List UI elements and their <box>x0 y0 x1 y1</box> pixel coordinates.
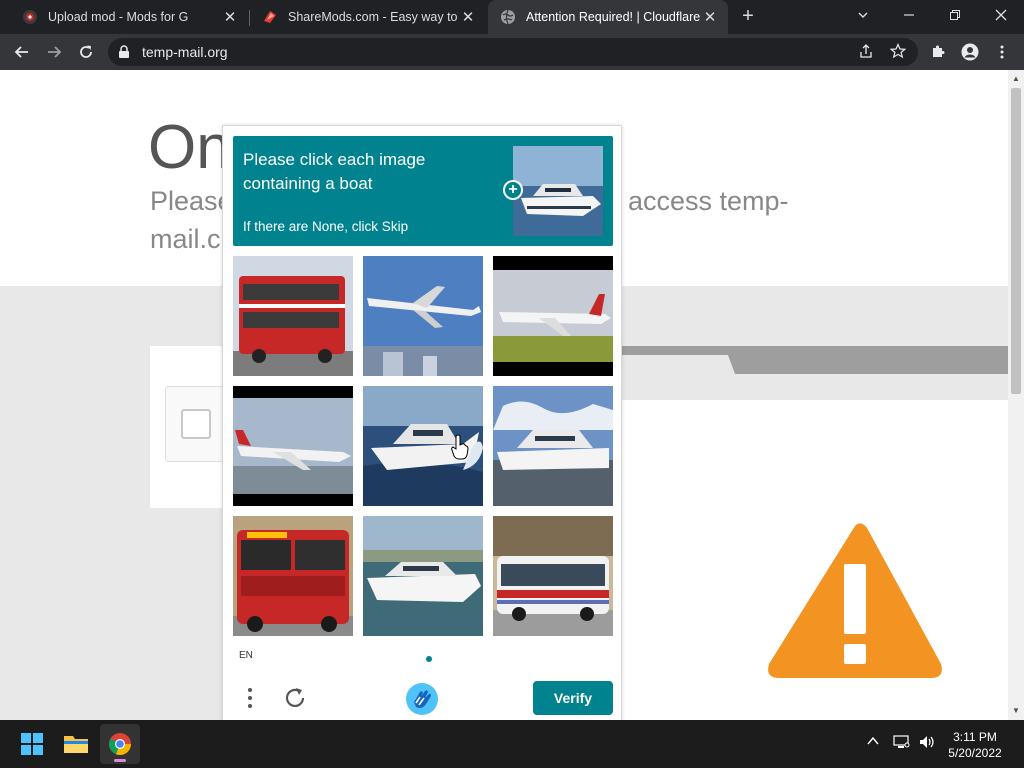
windows-start-icon[interactable] <box>12 724 52 764</box>
captcha-tile-6[interactable] <box>493 386 613 506</box>
url-text: temp-mail.org <box>142 44 228 60</box>
active-app-indicator <box>114 759 126 762</box>
captcha-tile-3[interactable] <box>493 256 613 376</box>
new-tab-button[interactable]: + <box>737 5 759 27</box>
hcaptcha-logo-icon[interactable] <box>405 682 439 716</box>
share-icon[interactable] <box>858 43 874 64</box>
tab-cloudflare[interactable]: Attention Required! | Cloudflare ✕ <box>488 0 728 34</box>
volume-icon[interactable] <box>918 734 936 753</box>
subtitle-line-1: Please <box>150 186 233 216</box>
restore-icon[interactable] <box>932 0 978 34</box>
profile-avatar-icon <box>961 43 979 61</box>
reload-button[interactable] <box>74 40 98 64</box>
puzzle-icon <box>933 45 945 57</box>
captcha-tile-4[interactable] <box>233 386 353 506</box>
captcha-tile-5[interactable] <box>363 386 483 506</box>
captcha-tile-2[interactable] <box>363 256 483 376</box>
system-clock[interactable]: 3:11 PM 5/20/2022 <box>940 729 1010 761</box>
scroll-down-icon[interactable]: ▼ <box>1012 706 1020 715</box>
windows-taskbar: 3:11 PM 5/20/2022 <box>0 720 1024 768</box>
refresh-icon <box>285 688 305 707</box>
hand-cursor-icon <box>451 434 469 460</box>
prompt-hint: If there are None, click Skip <box>243 219 409 234</box>
banner-notch-shape <box>620 355 735 374</box>
sharemods-icon <box>262 9 278 25</box>
tab-strip: Upload mod - Mods for G ✕ ShareMods.com … <box>0 0 1024 34</box>
reload-icon <box>80 45 92 58</box>
clock-time: 3:11 PM <box>953 730 997 744</box>
back-button[interactable] <box>10 40 34 64</box>
minimize-icon[interactable] <box>886 0 932 34</box>
bookmark-star-icon[interactable] <box>889 43 907 64</box>
back-arrow-icon <box>14 46 28 58</box>
tab-sharemods[interactable]: ShareMods.com - Easy way to sh ✕ <box>250 0 486 34</box>
tab-upload-mod[interactable]: Upload mod - Mods for G ✕ <box>10 0 248 34</box>
page-subtitle-left: Please mail.c <box>150 182 233 258</box>
forward-arrow-icon <box>48 46 62 58</box>
close-window-icon[interactable] <box>978 0 1024 34</box>
page-indicator-dot <box>426 656 432 662</box>
hcaptcha-challenge: Please click each image containing a boa… <box>222 125 622 725</box>
page-scrollbar[interactable]: ▲ ▼ <box>1008 70 1024 720</box>
refresh-challenge-button[interactable] <box>281 684 309 712</box>
scroll-up-icon[interactable]: ▲ <box>1012 74 1020 83</box>
captcha-tile-1[interactable] <box>233 256 353 376</box>
human-checkbox[interactable] <box>181 409 211 439</box>
captcha-tile-7[interactable] <box>233 516 353 636</box>
kebab-menu-icon <box>1000 45 1004 59</box>
clock-date: 5/20/2022 <box>948 746 1002 760</box>
zoom-plus-icon[interactable]: + <box>503 180 523 200</box>
tab-title: Upload mod - Mods for G <box>48 10 189 24</box>
warning-triangle-icon <box>768 523 942 678</box>
page-subtitle-right: access temp- <box>628 186 789 216</box>
file-explorer-icon[interactable] <box>56 724 96 764</box>
gta-mods-icon <box>22 9 38 25</box>
forward-button[interactable] <box>42 40 66 64</box>
tab-close-icon[interactable]: ✕ <box>222 8 238 26</box>
extensions-button[interactable] <box>926 40 950 64</box>
network-icon[interactable] <box>892 734 910 753</box>
vertical-dots-icon <box>248 688 252 708</box>
page-heading: On <box>148 113 231 182</box>
tab-close-icon[interactable]: ✕ <box>702 8 718 26</box>
browser-menu-button[interactable] <box>990 40 1014 64</box>
browser-toolbar: temp-mail.org <box>0 34 1024 70</box>
tab-close-icon[interactable]: ✕ <box>460 8 476 26</box>
tab-title: ShareMods.com - Easy way to sh <box>288 10 460 24</box>
captcha-menu-button[interactable] <box>239 684 261 712</box>
tab-search-icon[interactable] <box>840 0 886 34</box>
chrome-icon[interactable] <box>100 724 140 764</box>
captcha-tile-8[interactable] <box>363 516 483 636</box>
challenge-prompt: Please click each image containing a boa… <box>233 136 613 246</box>
verify-button[interactable]: Verify <box>533 681 613 715</box>
scrollbar-thumb[interactable] <box>1011 88 1021 394</box>
show-hidden-icons-chevron-icon[interactable] <box>866 734 880 751</box>
address-bar[interactable]: temp-mail.org <box>108 38 918 66</box>
captcha-tile-9[interactable] <box>493 516 613 636</box>
subtitle-line-2: mail.c <box>150 224 221 254</box>
globe-icon <box>500 9 516 25</box>
sample-boat-image <box>513 146 603 236</box>
lock-icon[interactable] <box>118 45 130 64</box>
profile-button[interactable] <box>958 40 982 64</box>
language-selector[interactable]: EN <box>239 650 253 661</box>
prompt-text: Please click each image containing a boa… <box>243 150 426 193</box>
tab-title: Attention Required! | Cloudflare <box>526 10 701 24</box>
